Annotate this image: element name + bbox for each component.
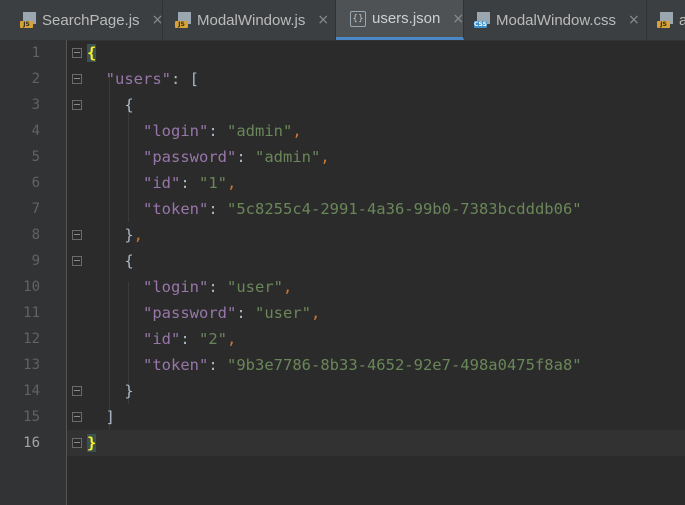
code-line-2: "users": [ xyxy=(105,70,199,88)
fold-marker-icon[interactable] xyxy=(72,412,82,422)
json-file-icon: {} xyxy=(350,10,366,27)
line-number: 2 xyxy=(31,71,40,87)
fold-marker-icon[interactable] xyxy=(72,230,82,240)
tab-label: ModalWindow.js xyxy=(197,11,306,29)
code-line-14: } xyxy=(124,382,134,400)
line-number: 1 xyxy=(31,45,40,61)
code-line-8: }, xyxy=(124,226,144,244)
line-number: 15 xyxy=(23,409,40,425)
code-line-16: } xyxy=(87,430,97,456)
code-line-1: { xyxy=(87,40,97,66)
code-line-5: "password": "admin", xyxy=(143,148,330,166)
matched-brace: { xyxy=(87,44,97,62)
line-number-gutter[interactable]: 1 2 3 4 5 6 7 8 9 10 11 12 13 14 15 16 xyxy=(0,40,67,505)
code-editor[interactable]: { "users": [ { "login": "admin", "passwo… xyxy=(67,40,685,505)
tab-label: users.json xyxy=(372,10,441,27)
line-number: 14 xyxy=(23,383,40,399)
tab-truncated[interactable]: JS a xyxy=(647,0,685,40)
code-line-12: "id": "2", xyxy=(143,330,237,348)
tab-label: ModalWindow.css xyxy=(496,11,617,29)
current-line-highlight xyxy=(67,430,685,456)
js-file-icon: JS xyxy=(20,12,36,28)
tab-modalwindow-css[interactable]: CSS ModalWindow.css × xyxy=(464,0,647,40)
close-tab-icon[interactable]: × xyxy=(317,12,329,28)
code-line-13: "token": "9b3e7786-8b33-4652-92e7-498a04… xyxy=(143,356,582,374)
code-line-9: { xyxy=(124,252,134,270)
line-number: 5 xyxy=(31,149,40,165)
tab-users-json[interactable]: {} users.json × xyxy=(336,0,464,40)
line-number: 8 xyxy=(31,227,40,243)
line-number: 3 xyxy=(31,97,40,113)
code-line-11: "password": "user", xyxy=(143,304,321,322)
line-number: 13 xyxy=(23,357,40,373)
line-number-current: 16 xyxy=(23,435,40,451)
editor-tab-bar: JS SearchPage.js × JS ModalWindow.js × {… xyxy=(0,0,685,41)
line-number: 9 xyxy=(31,253,40,269)
line-number: 11 xyxy=(23,305,40,321)
fold-marker-icon[interactable] xyxy=(72,256,82,266)
close-tab-icon[interactable]: × xyxy=(152,12,164,28)
line-number: 7 xyxy=(31,201,40,217)
code-line-6: "id": "1", xyxy=(143,174,237,192)
tab-label: a xyxy=(679,12,685,29)
code-line-15: ] xyxy=(105,408,116,426)
code-line-7: "token": "5c8255c4-2991-4a36-99b0-7383bc… xyxy=(143,200,582,218)
tab-modalwindow-js[interactable]: JS ModalWindow.js × xyxy=(163,0,336,40)
fold-marker-icon[interactable] xyxy=(72,438,82,448)
js-file-icon: JS xyxy=(175,12,191,28)
line-number: 4 xyxy=(31,123,40,139)
js-file-icon: JS xyxy=(657,12,673,28)
line-number: 12 xyxy=(23,331,40,347)
line-number: 10 xyxy=(23,279,40,295)
close-tab-icon[interactable]: × xyxy=(628,12,640,28)
fold-marker-icon[interactable] xyxy=(72,386,82,396)
code-line-3: { xyxy=(124,96,134,114)
css-file-icon: CSS xyxy=(474,12,490,28)
line-number: 6 xyxy=(31,175,40,191)
fold-marker-icon[interactable] xyxy=(72,48,82,58)
tab-label: SearchPage.js xyxy=(42,11,140,29)
tab-searchpage-js[interactable]: JS SearchPage.js × xyxy=(0,0,163,40)
code-line-10: "login": "user", xyxy=(143,278,293,296)
fold-marker-icon[interactable] xyxy=(72,74,82,84)
close-tab-icon[interactable]: × xyxy=(452,11,464,27)
matched-brace: } xyxy=(87,434,97,452)
fold-marker-icon[interactable] xyxy=(72,100,82,110)
code-line-4: "login": "admin", xyxy=(143,122,302,140)
